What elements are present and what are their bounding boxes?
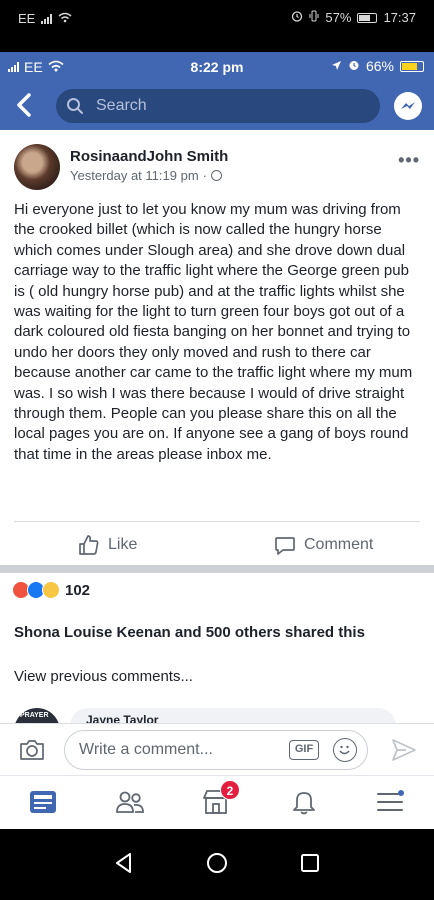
like-button[interactable]: Like (78, 532, 137, 558)
bell-icon (293, 792, 315, 815)
ios-battery-percent: 66% (365, 58, 394, 74)
circle-home-icon (207, 853, 227, 873)
signal-icon (41, 13, 53, 24)
shares-summary[interactable]: Shona Louise Keenan and 500 others share… (14, 624, 365, 641)
messenger-icon (401, 102, 415, 109)
reaction-count: 102 (65, 581, 91, 599)
comment-bubble-icon (275, 537, 295, 555)
post-meta: Yesterday at 11:19 pm · (70, 168, 222, 183)
smiley-icon (339, 745, 350, 755)
messenger-button[interactable] (394, 92, 422, 120)
comment-composer: Write a comment... GIF (0, 723, 434, 775)
commenter-avatar-text: PRAYER (20, 712, 49, 719)
post-body-text: Hi everyone just to let you know my mum … (14, 201, 413, 463)
wow-reaction-icon (42, 581, 60, 599)
alarm-icon (348, 58, 360, 74)
wifi-icon (58, 11, 72, 26)
more-options-button[interactable]: ••• (398, 150, 420, 171)
back-button[interactable] (14, 91, 42, 121)
like-label: Like (108, 536, 138, 553)
camera-button[interactable] (18, 738, 46, 762)
battery-icon (357, 12, 378, 23)
tab-notifications[interactable] (288, 786, 320, 818)
news-feed-icon (30, 791, 56, 813)
comment-label: Comment (304, 536, 374, 553)
vibrate-icon (309, 10, 319, 25)
battery-icon (400, 60, 424, 72)
square-recents-icon (301, 854, 319, 872)
friends-icon (116, 791, 144, 813)
system-navigation-bar (0, 829, 434, 900)
system-home-button[interactable] (205, 851, 229, 875)
tab-marketplace[interactable]: 2 (200, 780, 240, 818)
hamburger-menu-icon (377, 790, 404, 811)
comment-button[interactable]: Comment (274, 532, 373, 558)
author-avatar[interactable] (14, 144, 60, 190)
send-icon (392, 739, 416, 761)
tab-menu[interactable] (374, 786, 406, 818)
emoji-button[interactable] (333, 738, 357, 762)
tab-news-feed[interactable] (27, 786, 59, 818)
commenter-name[interactable]: Jayne Taylor (86, 713, 158, 723)
gif-button[interactable]: GIF (289, 740, 319, 760)
location-arrow-icon (331, 58, 342, 74)
comment-input[interactable]: Write a comment... GIF (64, 730, 368, 770)
reactions-summary[interactable]: 102 (12, 581, 90, 599)
post-content-area: RosinaandJohn Smith Yesterday at 11:19 p… (0, 130, 434, 723)
search-input[interactable]: Search (56, 89, 380, 123)
commenter-avatar[interactable]: PRAYER (14, 708, 60, 723)
device-battery-percent: 57% (325, 10, 352, 25)
ellipsis-icon: ••• (398, 150, 420, 170)
post-timestamp[interactable]: Yesterday at 11:19 pm (70, 168, 199, 183)
device-status-bar: EE 57% 17:37 (0, 0, 434, 52)
device-time: 17:37 (383, 10, 416, 25)
camera-icon (20, 740, 44, 760)
ios-status-bar: EE 8:22 pm 66% (0, 52, 434, 82)
triangle-back-icon (116, 853, 131, 873)
divider (14, 521, 420, 522)
top-navigation-bar: Search (0, 82, 434, 130)
system-back-button[interactable] (112, 851, 136, 875)
comment-placeholder: Write a comment... (79, 741, 213, 758)
search-icon (67, 98, 83, 114)
search-placeholder: Search (96, 97, 147, 114)
globe-icon (211, 170, 222, 181)
send-button[interactable] (390, 736, 418, 764)
bottom-tab-bar: 2 (0, 775, 434, 829)
post-author-name[interactable]: RosinaandJohn Smith (70, 148, 228, 165)
notification-badge: 2 (220, 780, 240, 800)
view-previous-comments-link[interactable]: View previous comments... (14, 668, 193, 685)
section-separator (0, 565, 434, 573)
alarm-icon (291, 10, 303, 25)
tab-friends[interactable] (114, 786, 146, 818)
thumbs-up-icon (79, 535, 99, 555)
system-recents-button[interactable] (298, 851, 322, 875)
comment-bubble: Jayne Taylor (70, 708, 396, 723)
device-carrier: EE (18, 11, 36, 26)
chevron-left-icon (17, 93, 31, 117)
meta-separator: · (202, 168, 207, 183)
